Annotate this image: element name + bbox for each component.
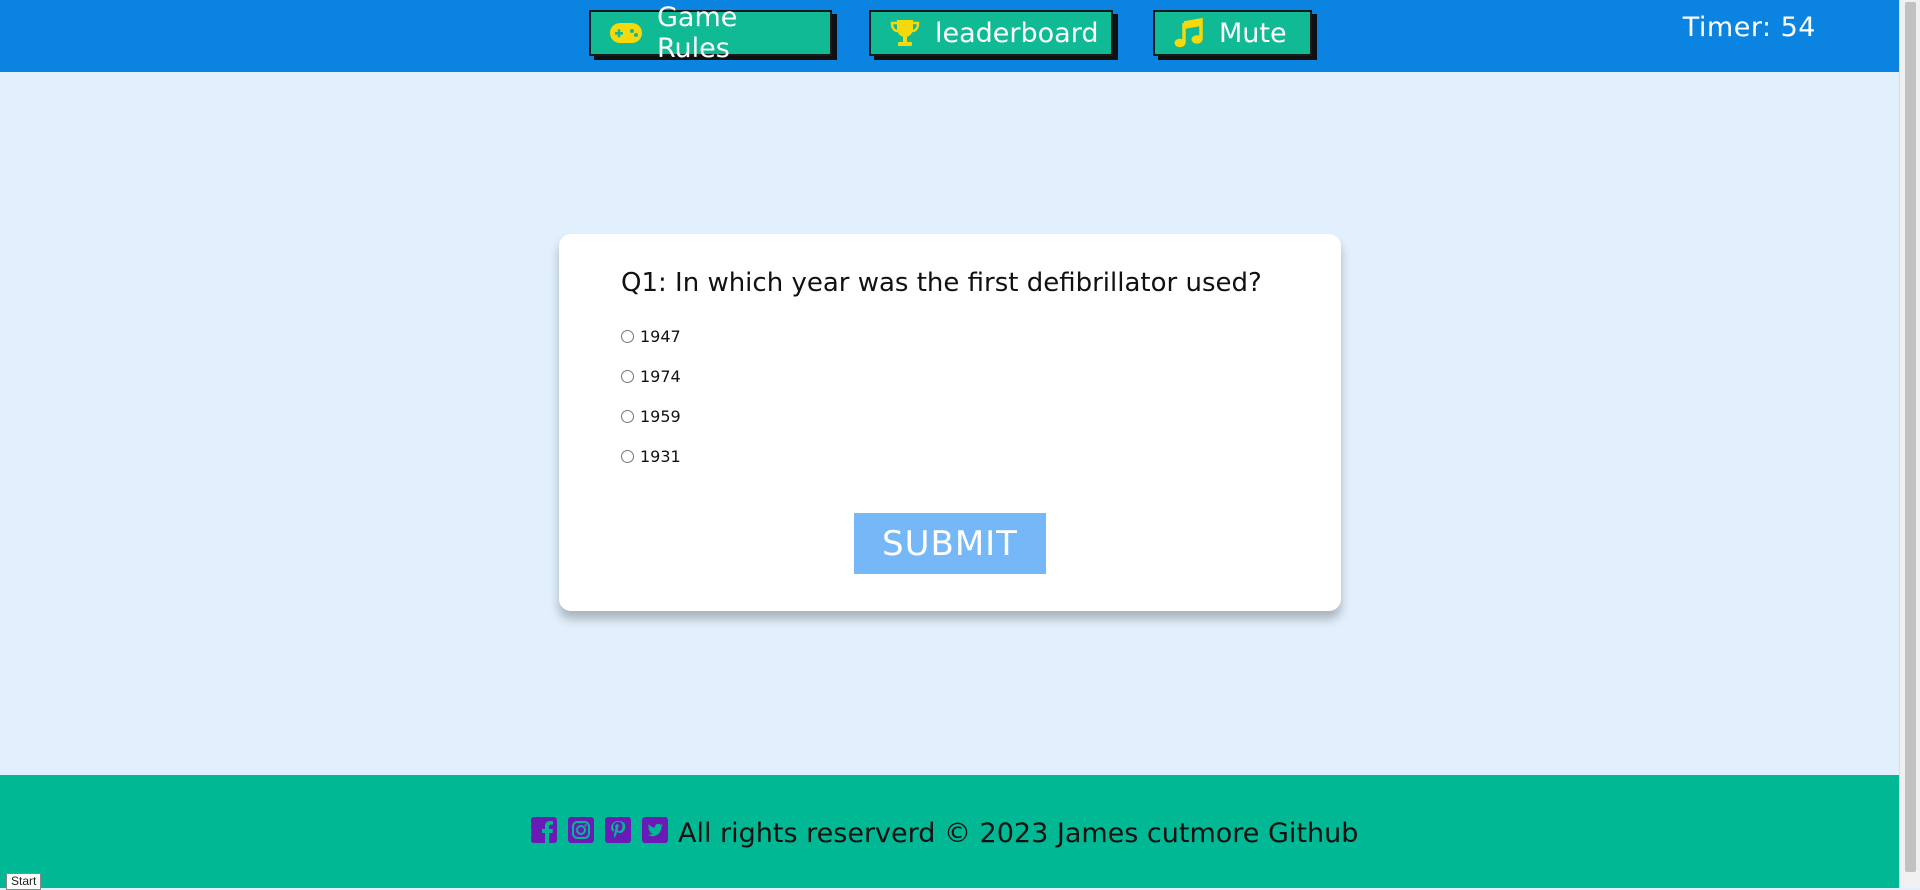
leaderboard-button[interactable]: leaderboard (869, 10, 1113, 56)
gamepad-icon (609, 22, 643, 44)
answer-option[interactable]: 1974 (621, 367, 681, 386)
answer-radio[interactable] (621, 370, 634, 383)
answer-option-label: 1974 (640, 367, 681, 386)
answer-radio[interactable] (621, 410, 634, 423)
twitter-icon[interactable] (641, 816, 669, 851)
answer-radio[interactable] (621, 330, 634, 343)
pinterest-icon[interactable] (604, 816, 632, 851)
footer-row: All rights reserverd © 2023 James cutmor… (530, 816, 1359, 851)
answer-radio[interactable] (621, 450, 634, 463)
answer-option[interactable]: 1931 (621, 447, 681, 466)
leaderboard-label: leaderboard (935, 17, 1099, 49)
instagram-icon[interactable] (567, 816, 595, 851)
start-tooltip: Start (6, 873, 42, 890)
mute-button[interactable]: Mute (1153, 10, 1312, 56)
trophy-icon (889, 18, 921, 48)
timer-display: Timer: 54 (1682, 12, 1816, 43)
game-rules-label: Game Rules (657, 2, 738, 64)
submit-button[interactable]: SUBMIT (854, 513, 1046, 574)
answer-option-label: 1959 (640, 407, 681, 426)
quiz-card: Q1: In which year was the first defibril… (559, 234, 1341, 611)
answer-option[interactable]: 1947 (621, 327, 681, 346)
question-text: Q1: In which year was the first defibril… (621, 268, 1262, 298)
footer: All rights reserverd © 2023 James cutmor… (0, 775, 1899, 888)
copyright-text: All rights reserverd © 2023 James cutmor… (678, 817, 1359, 849)
scrollbar-thumb[interactable] (1905, 2, 1916, 872)
game-rules-button[interactable]: Game Rules (589, 2, 832, 64)
top-nav-bar: Game Rules leaderboard Mute Timer: 54 (0, 0, 1899, 72)
music-note-icon (1173, 18, 1205, 48)
answer-option-label: 1931 (640, 447, 681, 466)
answer-option[interactable]: 1959 (621, 407, 681, 426)
mute-label: Mute (1219, 17, 1287, 49)
vertical-scrollbar[interactable] (1899, 0, 1920, 888)
facebook-icon[interactable] (530, 816, 558, 851)
answer-option-label: 1947 (640, 327, 681, 346)
